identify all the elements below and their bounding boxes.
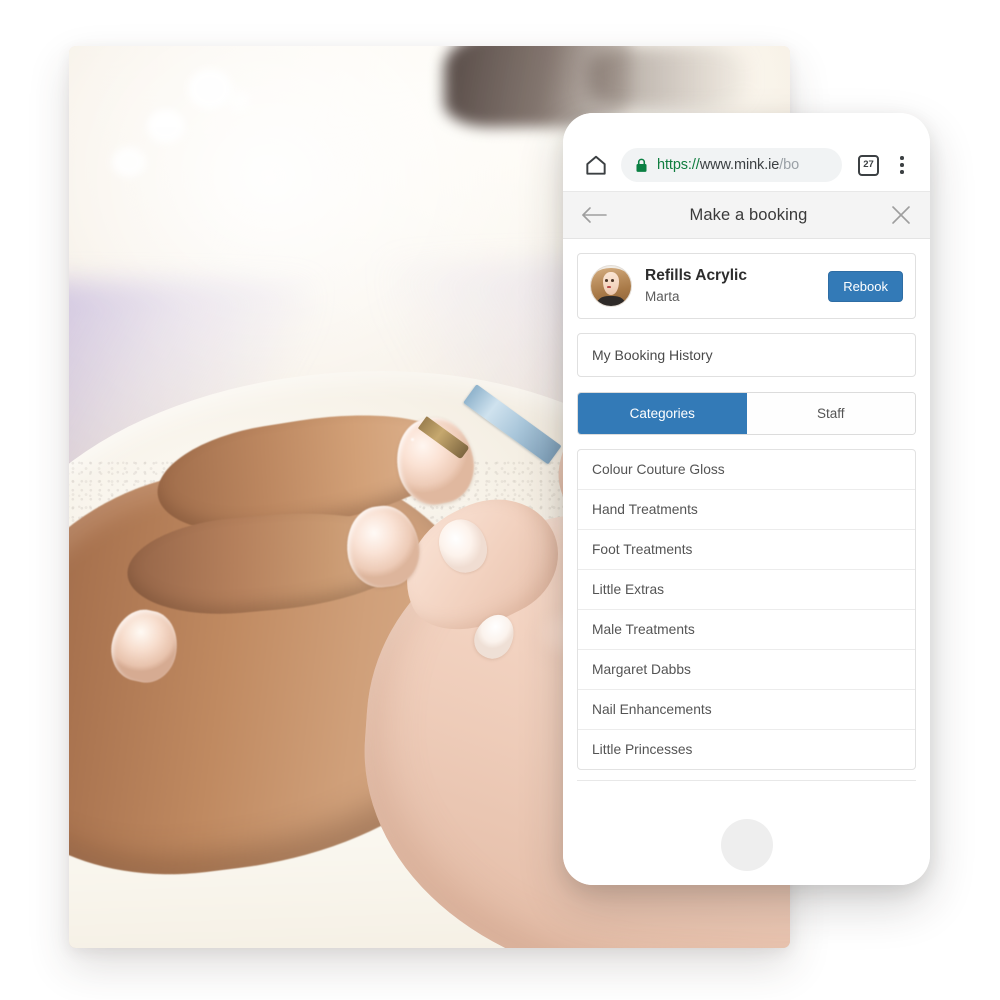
content-divider <box>577 780 916 781</box>
url-path: /bo <box>779 157 800 173</box>
page-header: Make a booking <box>563 191 930 239</box>
list-item[interactable]: Nail Enhancements <box>578 690 915 730</box>
my-booking-history-row[interactable]: My Booking History <box>577 333 916 377</box>
avatar <box>590 265 632 307</box>
navigation-bar <box>563 805 930 885</box>
booking-card-text: Refills Acrylic Marta <box>645 266 828 307</box>
service-name: Refills Acrylic <box>645 266 747 284</box>
back-arrow-icon[interactable] <box>581 206 607 224</box>
tab-counter-icon[interactable]: 27 <box>858 154 879 176</box>
list-item[interactable]: Foot Treatments <box>578 530 915 570</box>
last-booking-card: Refills Acrylic Marta Rebook <box>577 253 916 319</box>
booking-page-body: Refills Acrylic Marta Rebook My Booking … <box>563 239 930 805</box>
list-item[interactable]: Little Princesses <box>578 730 915 769</box>
url-host: www.mink.ie <box>699 157 780 173</box>
browser-toolbar: https://www.mink.ie/bo 27 <box>563 113 930 191</box>
lock-icon <box>635 158 648 173</box>
tab-staff[interactable]: Staff <box>746 393 915 434</box>
category-list: Colour Couture Gloss Hand Treatments Foo… <box>577 449 916 770</box>
booking-tabs: Categories Staff <box>577 392 916 435</box>
list-item[interactable]: Hand Treatments <box>578 490 915 530</box>
screenshot-stage: https://www.mink.ie/bo 27 Make a booking <box>0 0 1000 1000</box>
staff-name: Marta <box>645 288 680 304</box>
url-scheme: https:// <box>657 157 700 173</box>
android-home-button[interactable] <box>720 819 773 871</box>
kebab-menu-icon[interactable] <box>892 154 912 176</box>
list-item[interactable]: Male Treatments <box>578 610 915 650</box>
list-item[interactable]: Little Extras <box>578 570 915 610</box>
list-item[interactable]: Colour Couture Gloss <box>578 450 915 490</box>
close-icon[interactable] <box>890 204 912 226</box>
home-icon[interactable] <box>583 152 609 178</box>
list-item[interactable]: Margaret Dabbs <box>578 650 915 690</box>
url-text: https://www.mink.ie/bo <box>657 157 799 173</box>
tab-count-label: 27 <box>863 159 874 171</box>
address-bar[interactable]: https://www.mink.ie/bo <box>621 148 842 182</box>
page-title: Make a booking <box>689 205 808 224</box>
phone-mockup: https://www.mink.ie/bo 27 Make a booking <box>563 113 930 885</box>
tab-categories[interactable]: Categories <box>578 393 747 434</box>
rebook-button[interactable]: Rebook <box>828 270 903 302</box>
